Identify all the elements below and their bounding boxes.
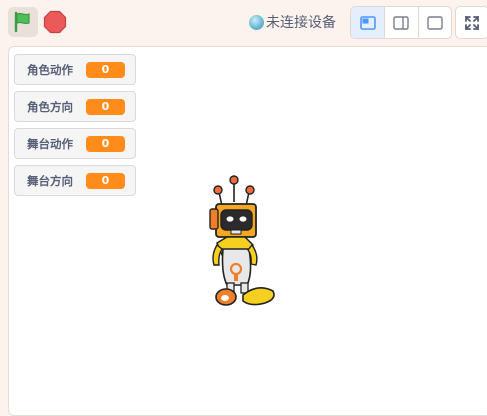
stop-button[interactable]: [42, 9, 68, 35]
small-stage-icon: [359, 15, 376, 30]
variable-monitor[interactable]: 舞台动作 0: [14, 128, 136, 159]
variable-monitor[interactable]: 舞台方向 0: [14, 165, 136, 196]
monitor-value: 0: [86, 173, 125, 189]
connection-indicator-icon: [249, 14, 264, 30]
monitor-label: 舞台动作: [27, 137, 73, 151]
large-stage-button[interactable]: [417, 7, 451, 38]
monitor-label: 舞台方向: [27, 174, 73, 188]
green-flag-button[interactable]: [8, 7, 38, 37]
stage-size-toggle: [350, 6, 452, 39]
monitor-value: 0: [86, 62, 125, 78]
large-stage-icon: [427, 15, 443, 30]
stage-toolbar: 未连接设备: [0, 0, 487, 46]
fullscreen-icon: [465, 15, 479, 30]
side-stage-icon: [393, 15, 410, 30]
device-connection-status[interactable]: 未连接设备: [249, 11, 336, 33]
monitor-label: 角色方向: [27, 100, 73, 114]
monitor-value: 0: [86, 136, 125, 152]
monitor-label: 角色动作: [27, 63, 73, 77]
stage-canvas[interactable]: 角色动作 0 角色方向 0 舞台动作 0 舞台方向 0: [8, 46, 487, 416]
monitor-value: 0: [86, 99, 125, 115]
variable-monitor[interactable]: 角色动作 0: [14, 54, 136, 85]
fullscreen-button[interactable]: [455, 6, 487, 39]
small-stage-button[interactable]: [351, 7, 385, 38]
device-status-label: 未连接设备: [266, 15, 336, 31]
side-stage-button[interactable]: [384, 7, 417, 38]
stop-icon: [43, 10, 67, 34]
green-flag-icon: [14, 11, 30, 33]
robot-sprite[interactable]: [203, 173, 281, 309]
variable-monitor[interactable]: 角色方向 0: [14, 91, 136, 122]
